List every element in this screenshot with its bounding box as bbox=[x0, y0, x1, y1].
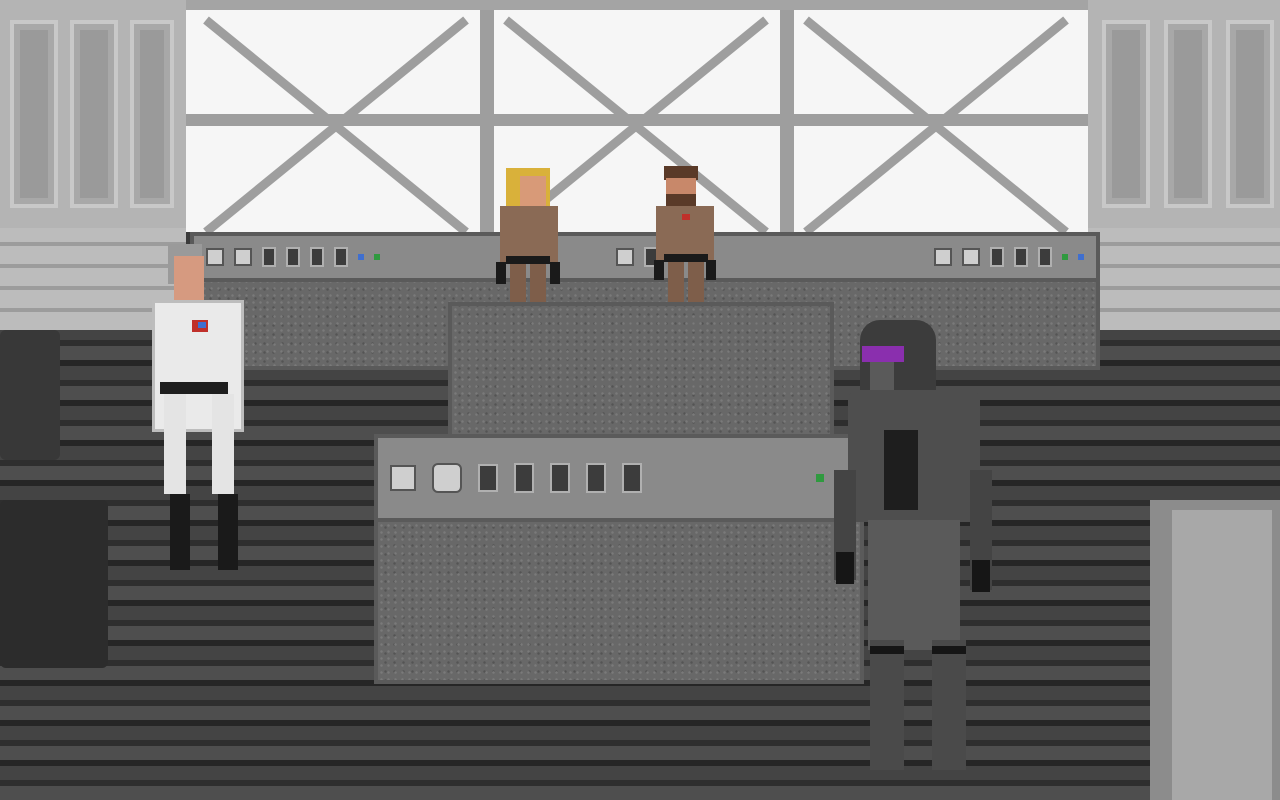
officer-rank-badge-blue bbox=[198, 322, 206, 328]
console-slot bbox=[310, 247, 324, 267]
droid-visor-character[interactable] bbox=[834, 320, 994, 770]
crew-bearded-leg bbox=[668, 262, 684, 302]
crew-bearded-beard bbox=[666, 194, 696, 206]
console-slot bbox=[622, 463, 642, 493]
crew-blonde-character[interactable] bbox=[496, 168, 560, 302]
console-slot bbox=[1014, 247, 1028, 267]
console-slot bbox=[550, 463, 570, 493]
console-slot bbox=[478, 464, 498, 492]
droid-leg-right bbox=[932, 640, 966, 770]
foreground-pillar bbox=[1150, 500, 1280, 800]
console-slot bbox=[990, 247, 1004, 267]
crew-blonde-glove bbox=[550, 262, 560, 284]
console-slot bbox=[1038, 247, 1052, 267]
wall-panel bbox=[1102, 20, 1150, 208]
wall-panel bbox=[130, 20, 174, 208]
officer-leg-right bbox=[212, 394, 234, 494]
droid-face bbox=[870, 362, 894, 392]
wall-panel bbox=[1226, 20, 1274, 208]
bridge-window bbox=[186, 0, 1088, 232]
console-slot bbox=[514, 463, 534, 493]
droid-hips bbox=[868, 520, 960, 650]
console-knob bbox=[934, 248, 952, 266]
droid-knee-joint bbox=[932, 646, 966, 654]
officer-belt bbox=[160, 382, 228, 394]
console-slot bbox=[586, 463, 606, 493]
console-slot bbox=[262, 247, 276, 267]
console-slot bbox=[286, 247, 300, 267]
console-led-green bbox=[816, 474, 824, 482]
central-walkway bbox=[448, 302, 834, 442]
droid-hand bbox=[972, 560, 990, 592]
wall-panel bbox=[1164, 20, 1212, 208]
console-slot bbox=[334, 247, 348, 267]
console-led-green bbox=[1062, 254, 1068, 260]
console-knob bbox=[390, 465, 416, 491]
crew-bearded-character[interactable] bbox=[654, 166, 718, 302]
right-wall bbox=[1088, 0, 1280, 330]
droid-knee-joint bbox=[870, 646, 904, 654]
wall-panel bbox=[70, 20, 118, 208]
left-machinery bbox=[0, 500, 108, 668]
officer-face bbox=[174, 256, 204, 300]
wall-bricks bbox=[1088, 228, 1280, 330]
front-console-controls bbox=[378, 438, 860, 522]
crew-bearded-insignia bbox=[682, 214, 690, 220]
crew-bearded-leg bbox=[688, 262, 704, 302]
droid-hand bbox=[836, 552, 854, 584]
wall-panel bbox=[10, 20, 58, 208]
crew-bearded-glove bbox=[654, 260, 664, 280]
officer-boot-left bbox=[170, 494, 190, 570]
droid-chest-plate bbox=[884, 430, 918, 510]
crew-blonde-belt bbox=[506, 256, 550, 264]
front-console bbox=[374, 434, 864, 684]
crew-bearded-belt bbox=[664, 254, 708, 262]
crew-blonde-face bbox=[520, 176, 546, 206]
console-dial bbox=[432, 463, 462, 493]
console-led-blue bbox=[358, 254, 364, 260]
console-led-blue bbox=[1078, 254, 1084, 260]
officer-white-character[interactable] bbox=[146, 244, 250, 570]
console-led-green bbox=[374, 254, 380, 260]
droid-visor bbox=[862, 346, 904, 362]
crew-blonde-leg bbox=[510, 264, 526, 302]
droid-leg-left bbox=[870, 640, 904, 770]
officer-boot-right bbox=[218, 494, 238, 570]
crew-blonde-tunic bbox=[500, 206, 558, 262]
console-knob bbox=[616, 248, 634, 266]
crew-blonde-glove bbox=[496, 262, 506, 284]
officer-leg-left bbox=[164, 394, 186, 494]
crew-blonde-leg bbox=[530, 264, 546, 302]
console-knob bbox=[962, 248, 980, 266]
crew-bearded-glove bbox=[706, 260, 716, 280]
back-console-controls bbox=[194, 236, 1096, 282]
pillar-highlight bbox=[1172, 510, 1272, 800]
left-machinery bbox=[0, 330, 60, 460]
game-scene bbox=[0, 0, 1280, 800]
window-struts bbox=[203, 16, 1069, 232]
